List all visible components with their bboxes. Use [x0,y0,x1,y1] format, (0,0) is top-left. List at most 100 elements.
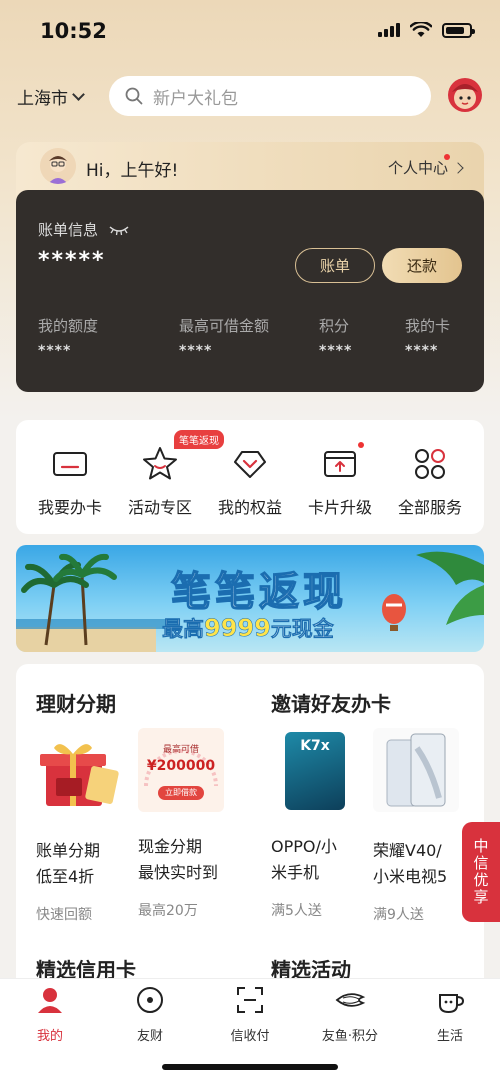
service-apply-card[interactable]: 我要办卡 [24,444,116,518]
product-oppo-phone[interactable]: K7x OPPO/小 米手机 满5人送 [271,728,371,920]
battery-icon [442,22,475,38]
product-title-line1: 现金分期 [138,837,203,856]
search-icon [125,87,143,105]
search-bar[interactable]: 新户大礼包 [109,76,431,116]
gift-chevron-icon [234,451,266,478]
product-title-line2: 小米电视5 [373,867,448,886]
person-icon [38,988,62,1013]
tab-label: 信收付 [230,1029,270,1044]
bill-button[interactable]: 账单 [295,248,375,283]
service-all[interactable]: 全部服务 [384,444,476,518]
bill-card: 账单信息 ***** 账单 还款 我的额度 **** 最高可借金额 **** 积… [16,190,484,392]
grid-icon [415,449,445,479]
product-subtitle: 快速回额 [36,907,92,923]
banner-sub-prefix: 最高 [162,617,205,642]
banner-subtitle: 最高9999元现金 [162,613,334,643]
cup-icon [439,994,465,1014]
service-label: 我要办卡 [37,498,102,517]
card-upgrade-icon [324,451,356,477]
personal-center-label: 个人中心 [387,159,448,177]
product-title-line2: 低至4折 [36,867,95,886]
star-icon [143,447,177,480]
bill-title: 账单信息 [38,219,130,240]
stat-my-cards-value: **** [405,343,439,359]
service-label: 全部服务 [397,498,462,517]
mascot-avatar-icon[interactable] [446,74,484,114]
search-placeholder: 新户大礼包 [153,88,238,109]
wifi-icon [410,22,432,37]
stat-credit-limit-value: **** [38,343,72,359]
stat-points-value: **** [319,343,353,359]
eye-closed-icon[interactable] [108,224,130,236]
cash-img-amount: ¥200000 [146,758,216,774]
service-activities[interactable]: 笔笔返现 活动专区 [114,430,224,518]
tab-label: 友鱼·积分 [321,1029,379,1044]
city-label: 上海市 [17,89,68,109]
tab-mine[interactable]: 我的 [10,985,90,1044]
service-benefits[interactable]: 我的权益 [204,444,296,518]
user-avatar[interactable] [40,148,76,184]
product-title: 现金分期 最快实时到 [138,834,238,886]
greeting-text: Hi，上午好! [86,161,179,181]
product-bill-installment[interactable]: 账单分期 低至4折 快速回额 [36,728,136,924]
stat-credit-limit-label: 我的额度 [38,317,99,335]
product-title: 荣耀V40/ 小米电视5 [373,838,473,890]
chevron-down-icon [72,87,85,101]
cash-loan-card-image: 最高可借 ¥200000 立即借款 [138,728,224,812]
stat-max-loan-label: 最高可借金额 [179,317,270,335]
invite-section-title: 邀请好友办卡 [271,692,391,716]
service-label: 活动专区 [127,498,192,517]
product-title-line2: 米手机 [271,863,320,882]
services-grid: 我要办卡 笔笔返现 活动专区 我的权益 卡片升级 全部服务 [16,420,484,534]
tab-life[interactable]: 生活 [410,985,490,1044]
cash-img-button: 立即借款 [158,786,204,800]
product-subtitle: 最高20万 [138,903,198,919]
notification-dot [444,154,450,160]
fish-icon [335,993,366,1007]
phone-model-text: K7x [300,738,330,754]
oppo-phone-image: K7x [271,728,357,812]
banner-sub-amount: 9999 [204,614,271,643]
chevron-right-icon [452,161,464,174]
tab-youcai[interactable]: 友财 [110,985,190,1044]
product-title-line1: OPPO/小 [271,837,337,856]
repay-button[interactable]: 还款 [382,248,462,283]
zhongxin-youxiang-float-button[interactable]: 中信优享 [462,822,500,922]
service-card-upgrade[interactable]: 卡片升级 [294,442,386,518]
service-label: 卡片升级 [307,498,372,517]
status-time: 10:52 [40,19,107,43]
status-bar: 10:52 [0,0,500,60]
product-title: OPPO/小 米手机 [271,834,371,886]
card-icon [53,452,87,476]
home-indicator [162,1064,338,1070]
tab-youyu-points[interactable]: 友鱼·积分 [310,985,390,1044]
signal-icon [378,23,400,37]
scan-icon [237,987,263,1013]
personal-center-link[interactable]: 个人中心 [387,154,464,178]
stat-points-label: 积分 [319,317,350,335]
coin-icon [137,987,163,1013]
banner-title: 笔笔返现 [170,568,347,616]
banner-sub-suffix: 元现金 [270,617,335,642]
tab-xinshoufu[interactable]: 信收付 [210,985,290,1044]
product-subtitle: 满5人送 [271,903,322,919]
tab-label: 我的 [36,1029,63,1044]
top-header: 上海市 新户大礼包 [0,74,500,118]
red-gift-box-icon [36,728,122,812]
bill-title-label: 账单信息 [38,221,99,239]
product-title-line1: 荣耀V40/ [373,841,442,860]
product-honor-phone[interactable]: 荣耀V40/ 小米电视5 满9人送 [373,728,473,924]
product-title-line2: 最快实时到 [138,863,219,882]
city-selector[interactable]: 上海市 [17,84,85,109]
product-title-line1: 账单分期 [36,841,101,860]
honor-phone-image [373,728,459,812]
product-cash-installment[interactable]: 最高可借 ¥200000 立即借款 现金分期 最快实时到 最高20万 [138,728,238,920]
tab-label: 生活 [436,1029,463,1044]
tab-label: 友财 [136,1029,163,1044]
bill-amount: ***** [38,248,106,273]
service-label: 我的权益 [217,498,282,517]
stat-max-loan-value: **** [179,343,213,359]
promo-banner[interactable]: 笔笔返现 最高9999元现金 [16,545,484,652]
finance-section-title: 理财分期 [36,692,116,716]
products-panel: 理财分期 邀请好友办卡 账单分期 低至4折 快速回额 最高可借 ¥200000 … [16,664,484,982]
